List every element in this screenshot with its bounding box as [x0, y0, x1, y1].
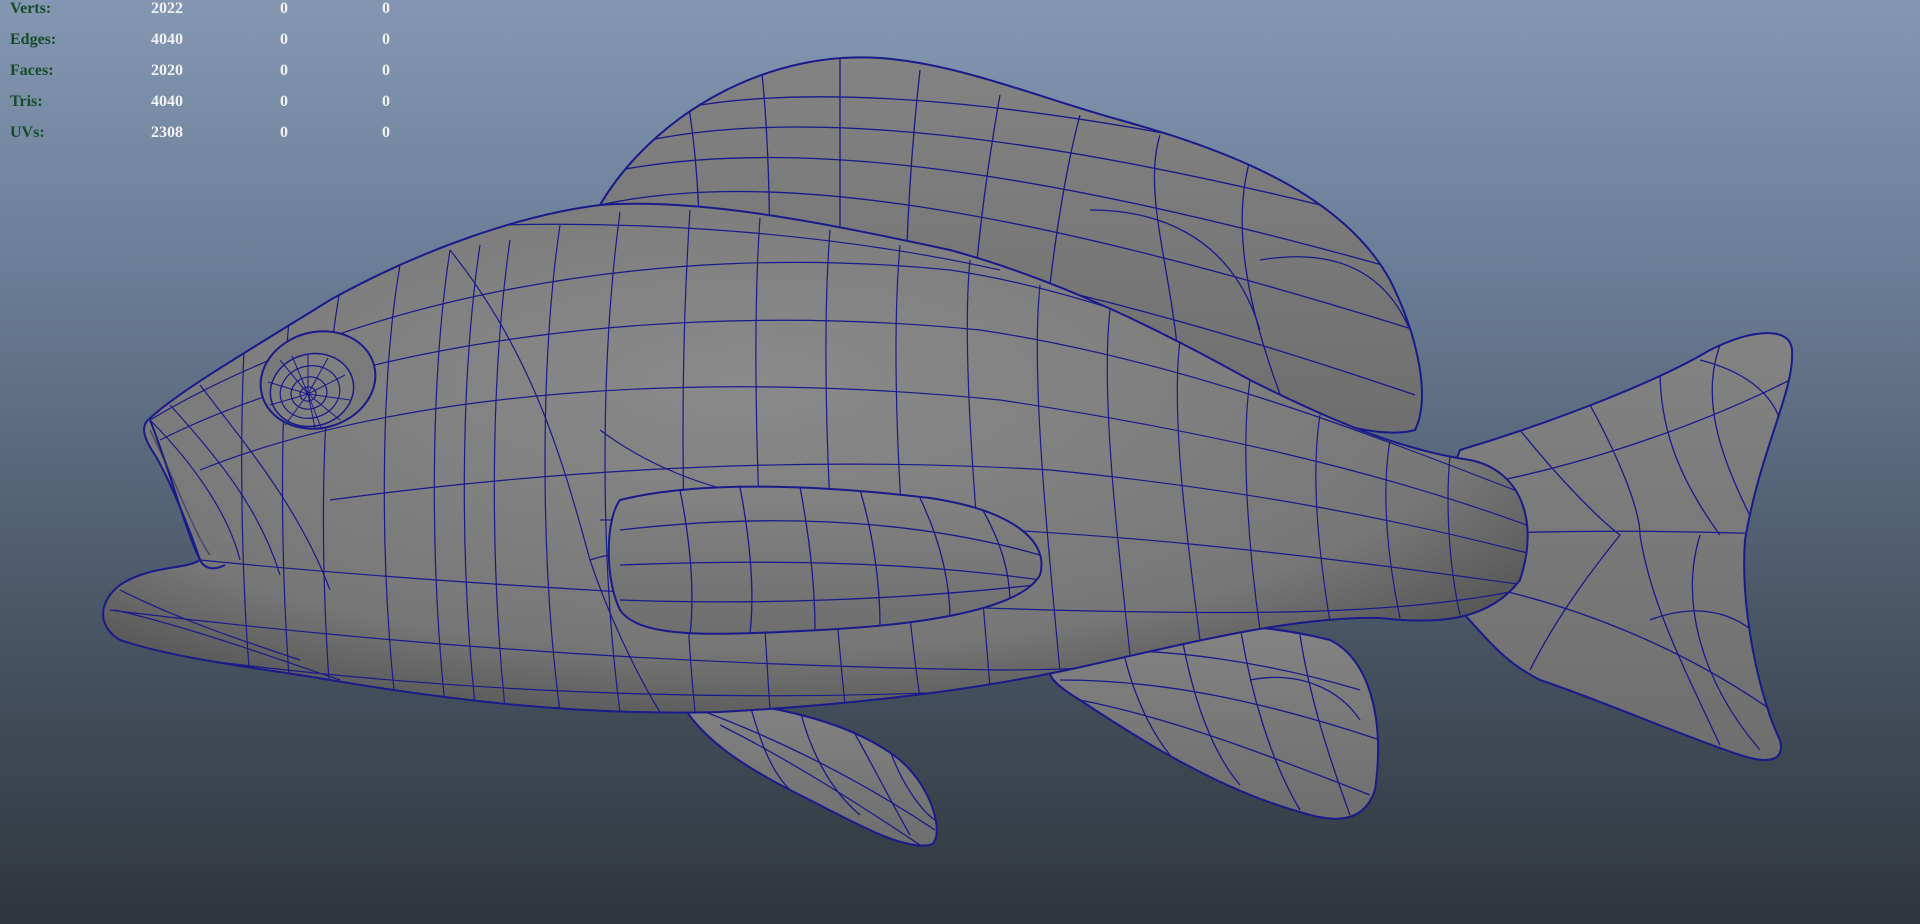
hud-value-component: 0 [382, 0, 390, 17]
hud-row-faces: Faces: 2020 0 0 [10, 62, 410, 93]
hud-value-object: 2020 [151, 62, 183, 79]
hud-value-object: 4040 [151, 31, 183, 48]
hud-row-uvs: UVs: 2308 0 0 [10, 124, 410, 155]
hud-label: Faces: [10, 62, 54, 79]
hud-row-tris: Tris: 4040 0 0 [10, 93, 410, 124]
hud-row-verts: Verts: 2022 0 0 [10, 0, 410, 31]
hud-label: Tris: [10, 93, 43, 110]
hud-value-object: 2308 [151, 124, 183, 141]
hud-value-selected: 0 [280, 124, 288, 141]
hud-value-component: 0 [382, 62, 390, 79]
hud-label: Edges: [10, 31, 57, 48]
hud-value-object: 4040 [151, 93, 183, 110]
hud-value-object: 2022 [151, 0, 183, 17]
hud-value-selected: 0 [280, 31, 288, 48]
hud-value-component: 0 [382, 124, 390, 141]
hud-value-component: 0 [382, 31, 390, 48]
poly-count-hud: Verts: 2022 0 0 Edges: 4040 0 0 Faces: 2… [10, 0, 410, 155]
3d-viewport[interactable]: Verts: 2022 0 0 Edges: 4040 0 0 Faces: 2… [0, 0, 1920, 924]
hud-value-component: 0 [382, 93, 390, 110]
hud-value-selected: 0 [280, 93, 288, 110]
hud-row-edges: Edges: 4040 0 0 [10, 31, 410, 62]
hud-label: Verts: [10, 0, 52, 17]
hud-value-selected: 0 [280, 0, 288, 17]
pelvic-fin [678, 698, 938, 847]
hud-label: UVs: [10, 124, 45, 141]
hud-value-selected: 0 [280, 62, 288, 79]
